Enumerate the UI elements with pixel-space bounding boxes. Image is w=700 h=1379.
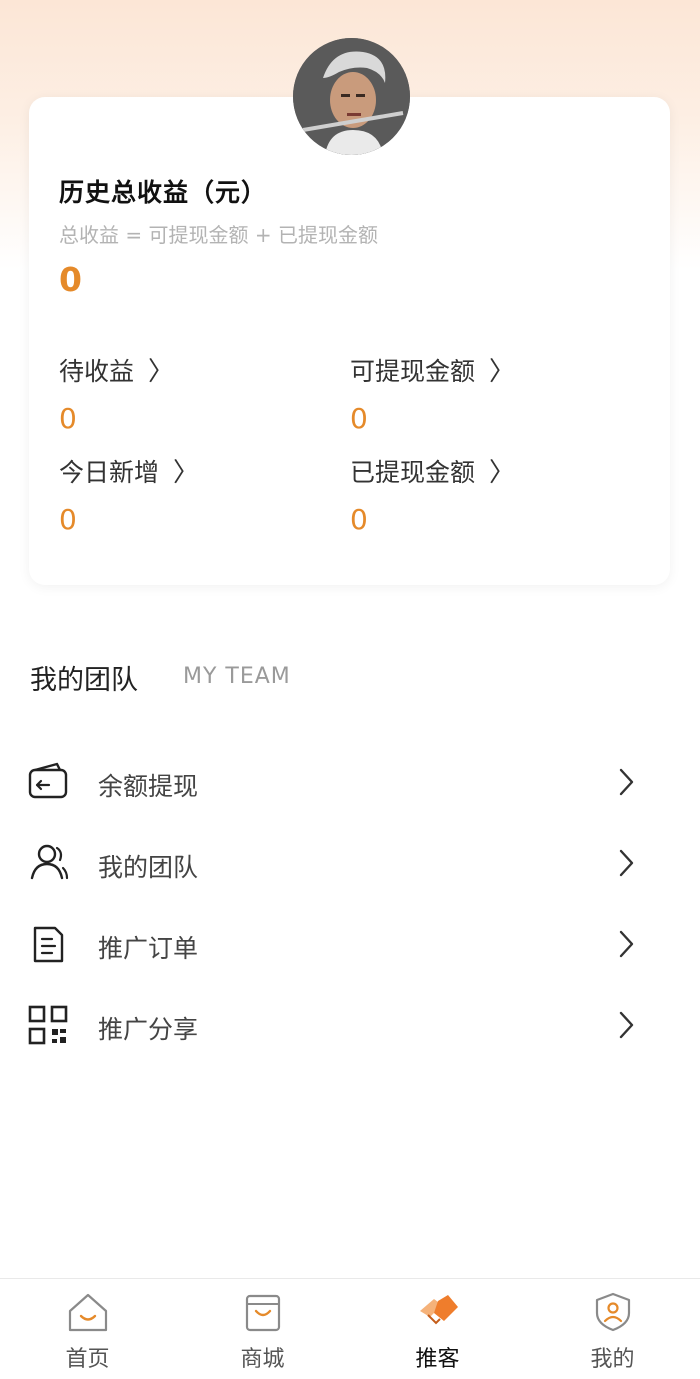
tab-home[interactable]: 首页 [0, 1279, 175, 1379]
stat-withdrawn-value: 0 [350, 503, 368, 536]
stat-pending-label[interactable]: 待收益〉 [59, 351, 174, 388]
menu-item-share[interactable]: 推广分享 [0, 990, 700, 1060]
chevron-right-icon: 〉 [148, 357, 175, 387]
menu-item-orders[interactable]: 推广订单 [0, 909, 700, 979]
chevron-right-icon: 〉 [489, 357, 516, 387]
bottom-tabbar: 首页 商城 推客 我的 [0, 1278, 700, 1379]
tab-mine[interactable]: 我的 [525, 1279, 700, 1379]
chevron-right-icon [619, 849, 634, 877]
stat-withdrawable-value: 0 [350, 402, 368, 435]
shop-bag-icon [245, 1294, 281, 1332]
chevron-right-icon [619, 1011, 634, 1039]
stat-withdrawn-label[interactable]: 已提现金额〉 [350, 452, 515, 489]
earnings-total: 0 [59, 260, 82, 299]
menu-item-team[interactable]: 我的团队 [0, 828, 700, 898]
tab-promoter[interactable]: 推客 [350, 1279, 525, 1379]
earnings-formula: 总收益 = 可提现金额 + 已提现金额 [59, 223, 378, 247]
stat-withdrawn-text: 已提现金额 [350, 458, 476, 487]
stat-today-label[interactable]: 今日新增〉 [59, 452, 199, 489]
stat-pending-text: 待收益 [59, 357, 135, 386]
order-icon [33, 926, 64, 963]
earnings-title: 历史总收益（元） [59, 178, 268, 207]
stat-today-value: 0 [59, 503, 77, 536]
wallet-icon [28, 762, 68, 799]
qrcode-icon [28, 1005, 68, 1045]
menu-item-withdraw[interactable]: 余额提现 [0, 747, 700, 817]
tab-label-shop: 商城 [240, 1347, 285, 1372]
stat-pending-value: 0 [59, 402, 77, 435]
menu-label-withdraw: 余额提现 [98, 772, 199, 801]
stat-today-text: 今日新增 [59, 458, 160, 487]
menu-label-share: 推广分享 [98, 1015, 199, 1044]
stat-withdrawable-label[interactable]: 可提现金额〉 [350, 351, 515, 388]
chevron-right-icon [619, 930, 634, 958]
team-icon [30, 844, 69, 880]
tab-label-home: 首页 [65, 1347, 110, 1372]
tab-label-mine: 我的 [590, 1347, 635, 1372]
team-section-title: 我的团队 [30, 665, 138, 696]
profile-icon [595, 1292, 631, 1332]
tab-shop[interactable]: 商城 [175, 1279, 350, 1379]
stat-withdrawable-text: 可提现金额 [350, 357, 476, 386]
chevron-right-icon: 〉 [173, 458, 200, 488]
tab-label-promoter: 推客 [415, 1347, 460, 1372]
menu-label-team: 我的团队 [98, 853, 199, 882]
avatar-image [293, 38, 410, 155]
chevron-right-icon: 〉 [489, 458, 516, 488]
earnings-card: 历史总收益（元） 总收益 = 可提现金额 + 已提现金额 0 待收益〉 0 可提… [29, 97, 670, 585]
menu-label-orders: 推广订单 [98, 934, 199, 963]
chevron-right-icon [619, 768, 634, 796]
home-icon [68, 1293, 108, 1332]
avatar[interactable] [293, 38, 410, 155]
team-section-subtitle: MY TEAM [183, 664, 291, 689]
handshake-icon [420, 1295, 458, 1325]
